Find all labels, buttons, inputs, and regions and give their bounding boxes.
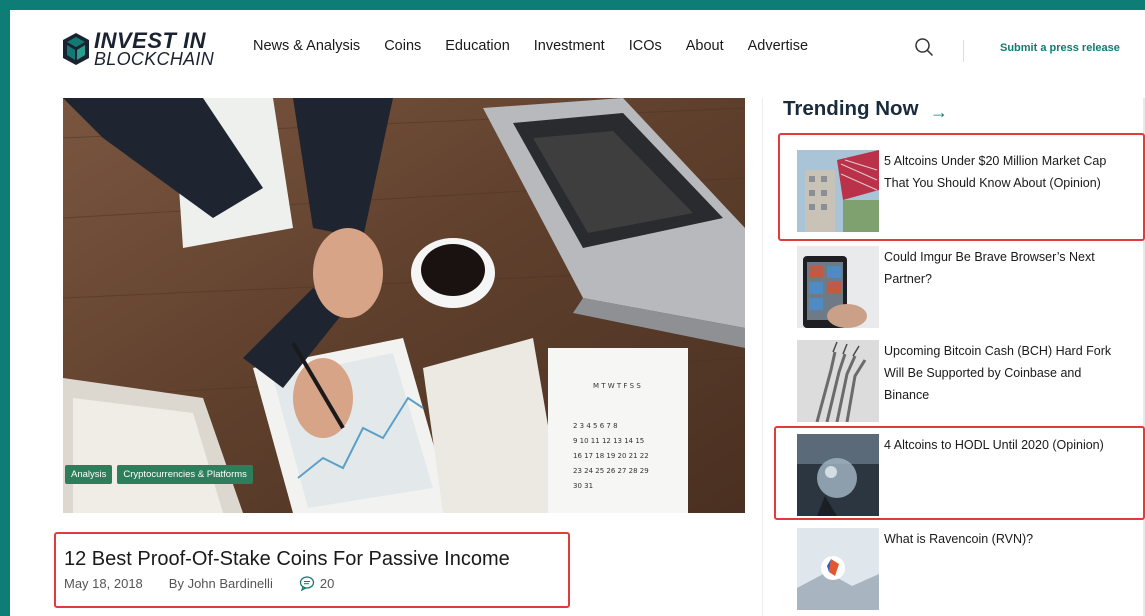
trending-thumbnail[interactable]: [797, 246, 879, 328]
tag-cryptocurrencies-platforms[interactable]: Cryptocurrencies & Platforms: [117, 465, 253, 484]
comment-count[interactable]: 20: [320, 576, 334, 591]
svg-text:30 31: 30 31: [573, 482, 593, 490]
svg-text:16 17 18 19 20 21 22: 16 17 18 19 20 21 22: [573, 452, 649, 460]
nav-item-icos[interactable]: ICOs: [629, 38, 662, 54]
sidebar-separator: [762, 98, 763, 616]
ravencoin-thumb-image: [797, 528, 879, 610]
page-frame: INVEST IN BLOCKCHAIN News & Analysis Coi…: [10, 10, 1145, 616]
logo-cube-icon: [63, 33, 89, 65]
article-meta: May 18, 2018 By John Bardinelli 20: [64, 575, 334, 591]
trending-highlight-2: [774, 426, 1145, 520]
svg-text:9 10 11 12 13 14 15: 9 10 11 12 13 14 15: [573, 437, 644, 445]
submit-press-release-link[interactable]: Submit a press release: [1000, 42, 1120, 54]
trending-item[interactable]: Could Imgur Be Brave Browser’s Next Part…: [797, 246, 1137, 328]
trending-item[interactable]: What is Ravencoin (RVN)?: [797, 528, 1137, 610]
tag-analysis[interactable]: Analysis: [65, 465, 113, 484]
trending-item[interactable]: Upcoming Bitcoin Cash (BCH) Hard Fork Wi…: [797, 340, 1137, 422]
trending-item-title[interactable]: Upcoming Bitcoin Cash (BCH) Hard Fork Wi…: [884, 340, 1124, 406]
trending-now-heading[interactable]: Trending Now: [783, 97, 919, 121]
hero-illustration: M T W T F S S 2 3 4 5 6 7 8 9 10 11 12 1…: [63, 98, 745, 513]
nav-item-advertise[interactable]: Advertise: [748, 38, 808, 54]
svg-text:M T W T F S S: M T W T F S S: [593, 382, 641, 390]
nav-item-coins[interactable]: Coins: [384, 38, 421, 54]
svg-text:23 24 25 26 27 28 29: 23 24 25 26 27 28 29: [573, 467, 649, 475]
trending-thumbnail[interactable]: [797, 340, 879, 422]
nav-item-news-analysis[interactable]: News & Analysis: [253, 38, 360, 54]
svg-text:2 3 4 5 6 7 8: 2 3 4 5 6 7 8: [573, 422, 618, 430]
search-icon[interactable]: [914, 37, 934, 57]
forks-thumb-image: [797, 340, 879, 422]
trending-thumbnail[interactable]: [797, 528, 879, 610]
site-header: INVEST IN BLOCKCHAIN News & Analysis Coi…: [10, 10, 1145, 82]
article-author[interactable]: By John Bardinelli: [169, 576, 273, 591]
trending-item-title[interactable]: What is Ravencoin (RVN)?: [884, 528, 1124, 550]
nav-item-investment[interactable]: Investment: [534, 38, 605, 54]
nav-item-about[interactable]: About: [686, 38, 724, 54]
hero-tags: Analysis Cryptocurrencies & Platforms: [65, 465, 253, 484]
trending-highlight-1: [778, 133, 1145, 241]
logo-text-bottom: BLOCKCHAIN: [94, 49, 215, 69]
article-date: May 18, 2018: [64, 575, 143, 591]
phone-thumb-image: [797, 246, 879, 328]
header-divider: [963, 40, 964, 62]
trending-item-title[interactable]: Could Imgur Be Brave Browser’s Next Part…: [884, 246, 1124, 290]
hero-image[interactable]: M T W T F S S 2 3 4 5 6 7 8 9 10 11 12 1…: [63, 98, 745, 513]
comment-icon[interactable]: [299, 575, 315, 591]
main-nav: News & Analysis Coins Education Investme…: [253, 38, 832, 54]
hero-headline[interactable]: 12 Best Proof-Of-Stake Coins For Passive…: [64, 548, 510, 571]
nav-item-education[interactable]: Education: [445, 38, 510, 54]
site-logo[interactable]: INVEST IN BLOCKCHAIN: [62, 30, 222, 70]
arrow-right-icon[interactable]: →: [930, 102, 948, 123]
